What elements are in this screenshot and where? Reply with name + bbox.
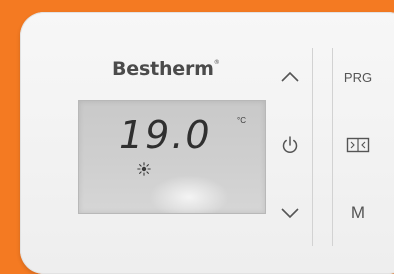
up-button[interactable]: [270, 60, 310, 94]
window-icon: [346, 137, 370, 153]
power-icon: [282, 136, 298, 154]
chevron-down-icon: [281, 208, 299, 219]
down-button[interactable]: [270, 196, 310, 230]
thermostat-panel: Bestherm® 19.0 °C PRG M: [20, 12, 394, 274]
registered-mark: ®: [213, 59, 220, 66]
button-divider-left: [312, 48, 313, 246]
mode-button-label: M: [350, 203, 366, 222]
lcd-backlight-glow: [149, 175, 229, 213]
temperature-readout: 19.0: [119, 113, 212, 157]
program-button[interactable]: PRG: [336, 60, 380, 94]
brand-logo: Bestherm®: [112, 58, 220, 80]
temperature-unit: °C: [237, 116, 246, 125]
power-button[interactable]: [270, 128, 310, 162]
lcd-display: 19.0 °C: [78, 100, 266, 214]
button-divider-right: [332, 48, 333, 246]
program-button-label: PRG: [343, 69, 373, 85]
sun-icon: [137, 162, 151, 176]
window-button[interactable]: [336, 128, 380, 162]
brand-name: Bestherm: [112, 58, 214, 80]
mode-button[interactable]: M: [336, 196, 380, 230]
chevron-up-icon: [281, 71, 299, 82]
